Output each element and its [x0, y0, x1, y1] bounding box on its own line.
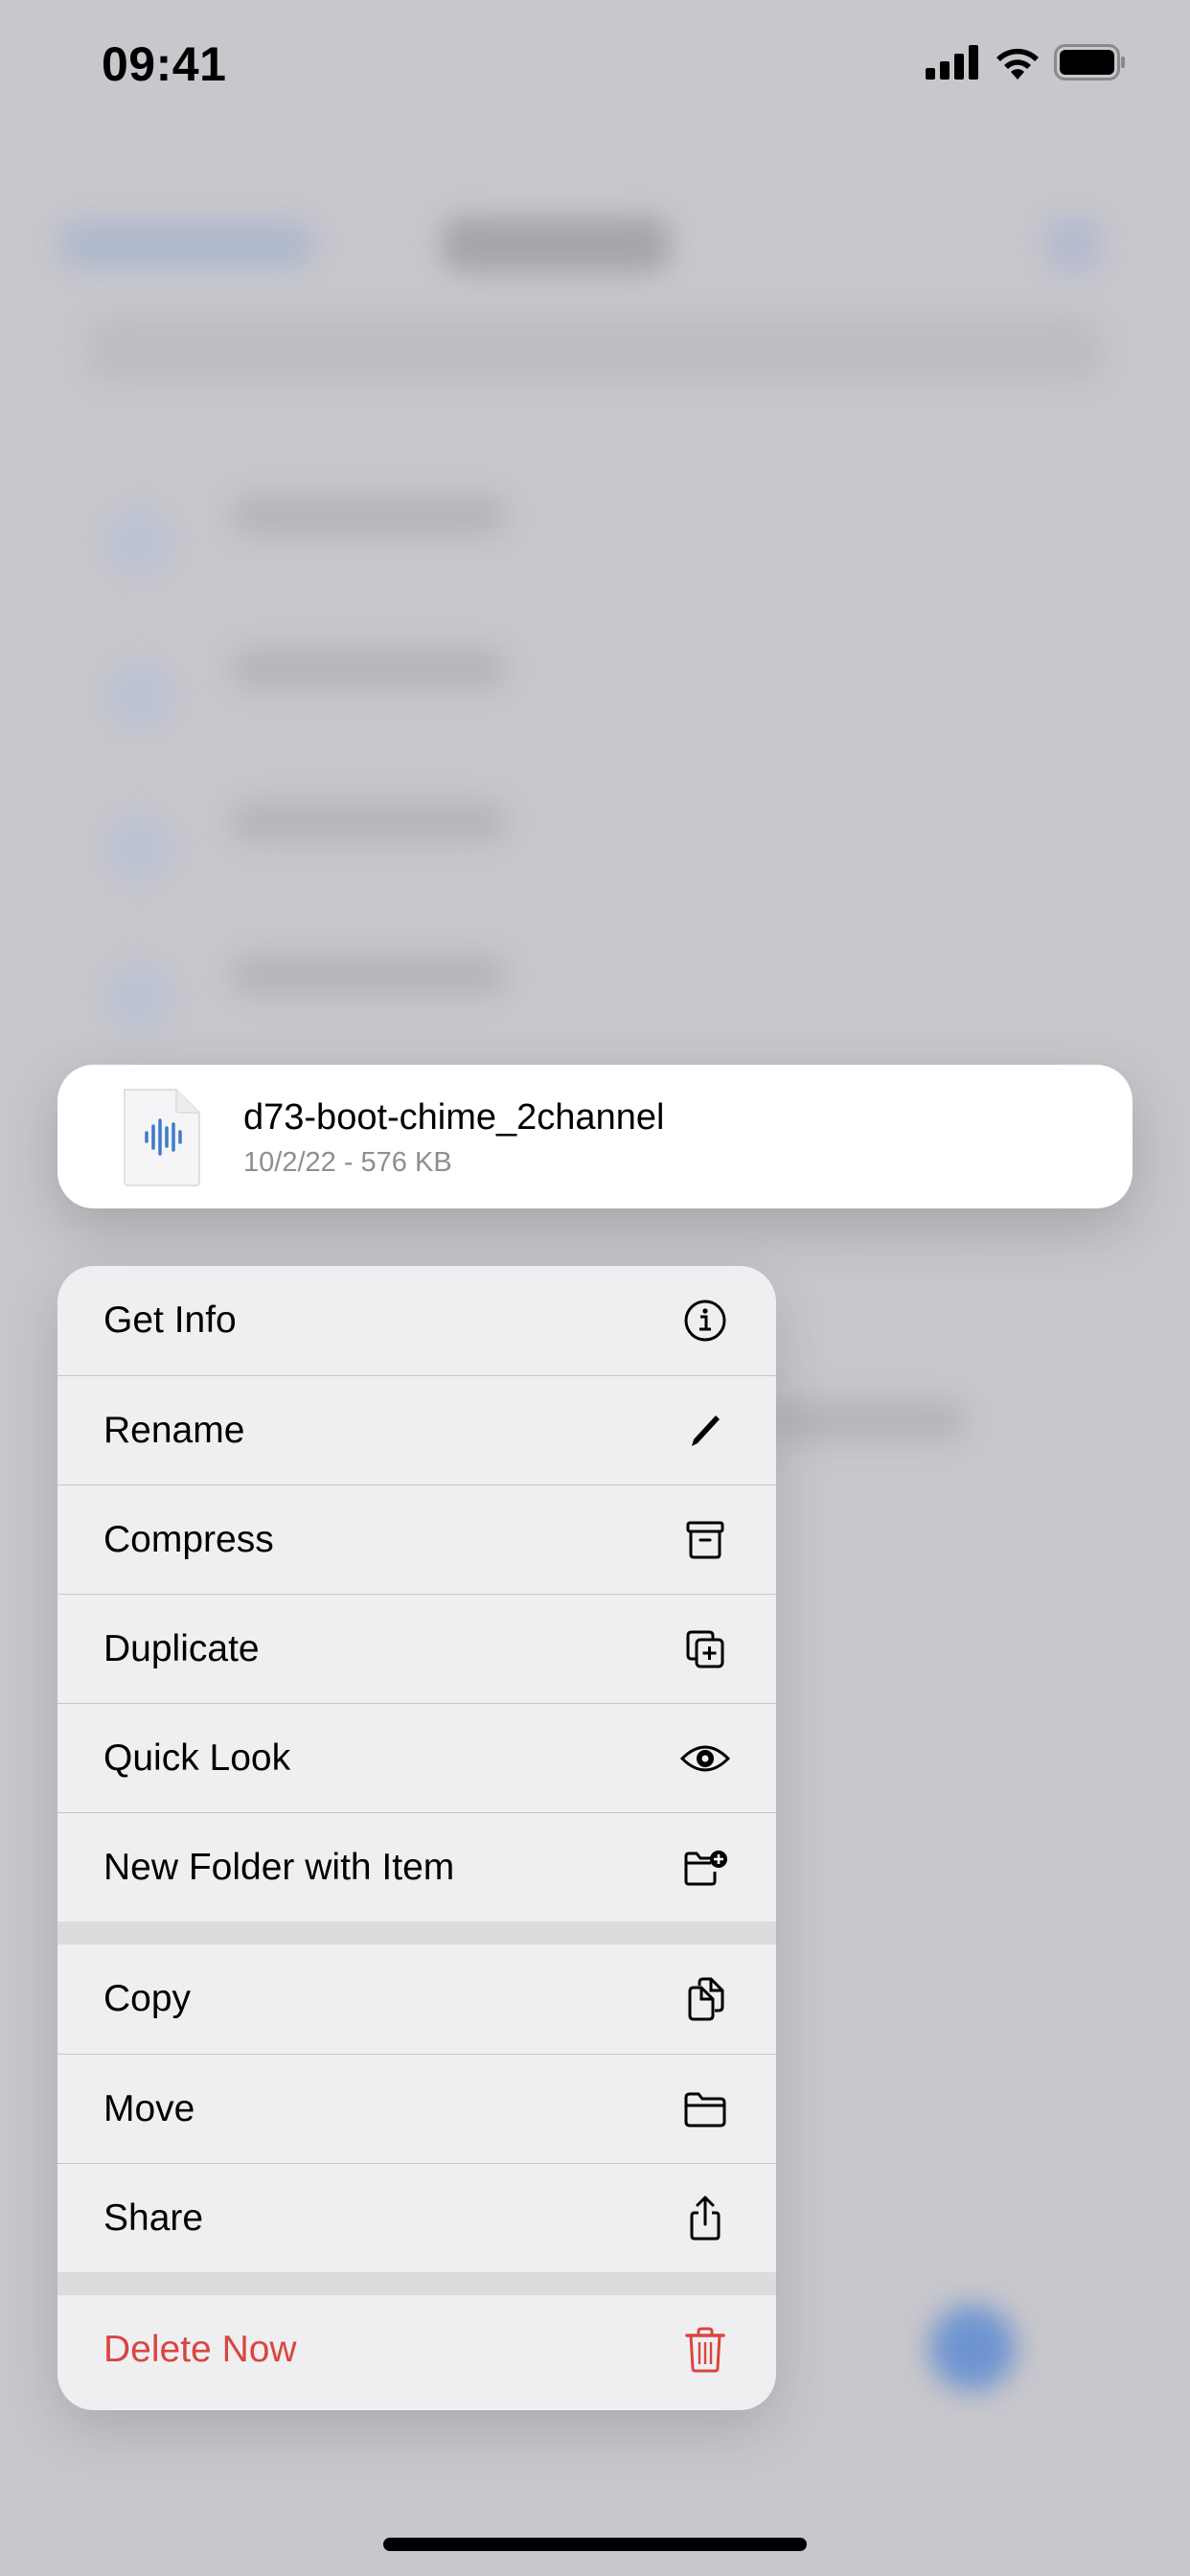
- menu-item-label: Compress: [103, 1518, 274, 1560]
- list-row-blur: [767, 1399, 968, 1442]
- title-blur: [441, 216, 671, 273]
- list-row-blur: [105, 815, 172, 882]
- menu-section-file-ops: Copy Move Share: [57, 1944, 776, 2272]
- folder-badge-plus-icon: [678, 1841, 732, 1895]
- list-row-blur: [230, 954, 508, 997]
- list-row-blur: [105, 963, 172, 1030]
- menu-item-label: Move: [103, 2087, 195, 2129]
- search-bar-blur: [86, 316, 1102, 383]
- menu-item-label: Duplicate: [103, 1627, 260, 1669]
- audio-file-icon: [124, 1089, 200, 1186]
- menu-item-new-folder-with-item[interactable]: New Folder with Item: [57, 1812, 776, 1921]
- cellular-signal-icon: [926, 45, 978, 80]
- menu-item-compress[interactable]: Compress: [57, 1484, 776, 1594]
- action-button-blur: [1044, 216, 1102, 273]
- menu-item-delete-now[interactable]: Delete Now: [57, 2295, 776, 2404]
- menu-section-separator: [57, 1921, 776, 1944]
- home-indicator[interactable]: [383, 2538, 807, 2551]
- menu-section-separator: [57, 2272, 776, 2295]
- share-icon: [678, 2192, 732, 2245]
- menu-item-copy[interactable]: Copy: [57, 1944, 776, 2054]
- menu-item-quick-look[interactable]: Quick Look: [57, 1703, 776, 1812]
- menu-item-get-info[interactable]: Get Info: [57, 1266, 776, 1375]
- list-row-blur: [105, 508, 172, 575]
- menu-item-label: New Folder with Item: [103, 1846, 455, 1888]
- context-menu: Get Info Rename Compress Duplicate Quick…: [57, 1266, 776, 2410]
- eye-icon: [678, 1732, 732, 1785]
- menu-item-rename[interactable]: Rename: [57, 1375, 776, 1484]
- status-time: 09:41: [102, 37, 227, 91]
- menu-item-share[interactable]: Share: [57, 2163, 776, 2272]
- add-button-blur: [929, 2305, 1016, 2391]
- battery-icon: [1054, 44, 1125, 80]
- menu-item-move[interactable]: Move: [57, 2054, 776, 2163]
- folder-icon: [678, 2082, 732, 2136]
- list-row-blur: [105, 661, 172, 728]
- menu-section-actions: Get Info Rename Compress Duplicate Quick…: [57, 1266, 776, 1921]
- list-row-blur: [230, 494, 508, 537]
- menu-item-label: Delete Now: [103, 2329, 297, 2370]
- plus-square-on-square-icon: [678, 1622, 732, 1676]
- info-circle-icon: [678, 1294, 732, 1347]
- pencil-icon: [678, 1404, 732, 1458]
- menu-item-label: Quick Look: [103, 1736, 291, 1779]
- archive-box-icon: [678, 1513, 732, 1567]
- menu-item-label: Copy: [103, 1978, 192, 2019]
- file-meta: 10/2/22 - 576 KB: [243, 1147, 452, 1178]
- menu-section-destructive: Delete Now: [57, 2295, 776, 2404]
- menu-item-duplicate[interactable]: Duplicate: [57, 1594, 776, 1703]
- back-button-blur: [57, 220, 316, 268]
- file-preview-card: d73-boot-chime_2channel 10/2/22 - 576 KB: [57, 1065, 1133, 1208]
- menu-item-label: Rename: [103, 1409, 245, 1451]
- file-name: d73-boot-chime_2channel: [243, 1097, 665, 1138]
- list-row-blur: [230, 647, 508, 690]
- doc-on-doc-icon: [678, 1972, 732, 2026]
- trash-icon: [678, 2323, 732, 2377]
- menu-item-label: Share: [103, 2196, 204, 2239]
- status-icons: [926, 44, 1127, 80]
- status-bar: 09:41: [0, 0, 1190, 134]
- list-row-blur: [230, 800, 508, 843]
- menu-item-label: Get Info: [103, 1300, 237, 1341]
- wifi-icon: [996, 48, 1039, 80]
